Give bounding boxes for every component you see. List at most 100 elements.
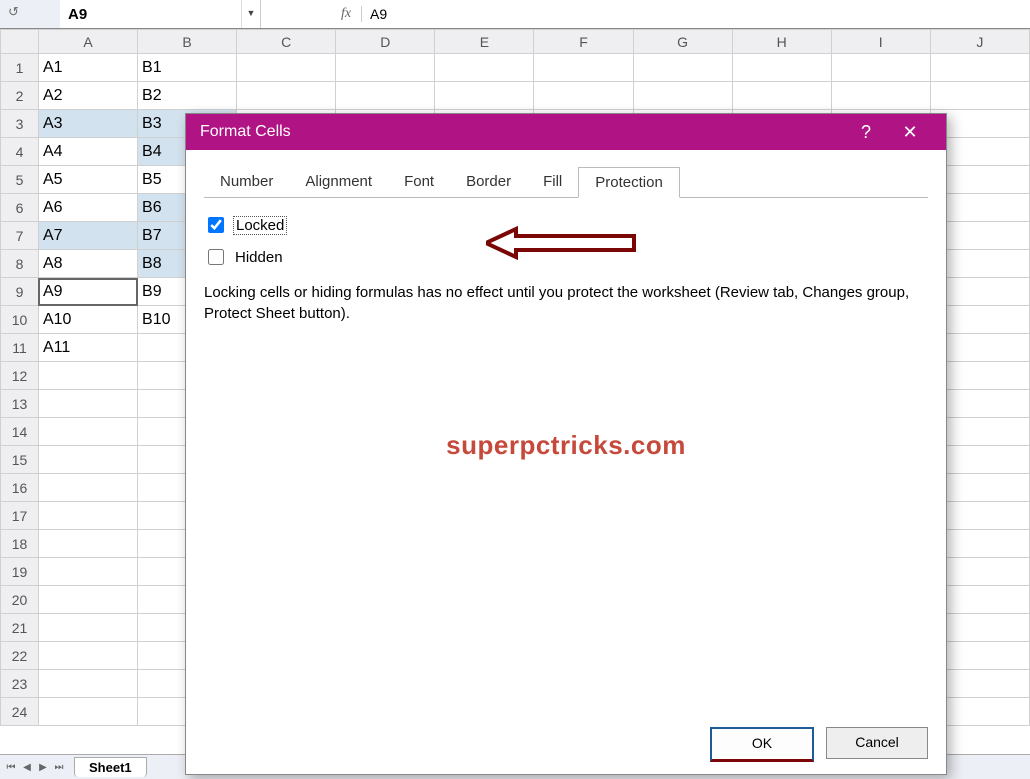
cell[interactable] <box>534 82 633 110</box>
row-header[interactable]: 11 <box>1 334 39 362</box>
cell[interactable] <box>435 82 534 110</box>
row-header[interactable]: 17 <box>1 502 39 530</box>
cell[interactable] <box>930 82 1029 110</box>
row-header[interactable]: 1 <box>1 54 39 82</box>
cell[interactable] <box>435 54 534 82</box>
cell[interactable] <box>38 642 137 670</box>
tab-alignment[interactable]: Alignment <box>289 167 388 198</box>
cell[interactable] <box>633 82 732 110</box>
column-header[interactable]: A <box>38 30 137 54</box>
cell[interactable] <box>930 54 1029 82</box>
locked-checkbox[interactable] <box>208 217 224 233</box>
cell[interactable]: A1 <box>38 54 137 82</box>
cell[interactable] <box>237 82 336 110</box>
cell[interactable] <box>38 390 137 418</box>
column-header[interactable]: E <box>435 30 534 54</box>
cell[interactable] <box>831 82 930 110</box>
select-all-corner[interactable] <box>1 30 39 54</box>
tab-fill[interactable]: Fill <box>527 167 578 198</box>
name-box[interactable]: A9 ▼ <box>60 0 261 28</box>
sheet-nav-next-icon[interactable]: ▶ <box>36 762 50 773</box>
row-header[interactable]: 23 <box>1 670 39 698</box>
ok-button[interactable]: OK <box>710 727 814 762</box>
cell[interactable] <box>534 54 633 82</box>
row-header[interactable]: 9 <box>1 278 39 306</box>
help-icon[interactable]: ? <box>844 122 888 143</box>
sheet-tab[interactable]: Sheet1 <box>74 757 147 777</box>
cell[interactable] <box>633 54 732 82</box>
tab-border[interactable]: Border <box>450 167 527 198</box>
cell[interactable] <box>38 558 137 586</box>
row-header[interactable]: 8 <box>1 250 39 278</box>
cell[interactable] <box>38 502 137 530</box>
column-header[interactable]: C <box>237 30 336 54</box>
cell[interactable] <box>38 698 137 726</box>
cell[interactable] <box>38 446 137 474</box>
cell[interactable]: B2 <box>138 82 237 110</box>
row-header[interactable]: 10 <box>1 306 39 334</box>
cell[interactable] <box>38 362 137 390</box>
cell[interactable]: A8 <box>38 250 137 278</box>
dialog-titlebar[interactable]: Format Cells ? ✕ <box>186 114 946 150</box>
sheet-nav-last-icon[interactable]: ⏭ <box>52 762 66 773</box>
row-header[interactable]: 24 <box>1 698 39 726</box>
cell[interactable] <box>38 530 137 558</box>
row-header[interactable]: 14 <box>1 418 39 446</box>
cell[interactable]: A3 <box>38 110 137 138</box>
column-header[interactable]: B <box>138 30 237 54</box>
sheet-nav-prev-icon[interactable]: ◀ <box>20 762 34 773</box>
cell[interactable]: A2 <box>38 82 137 110</box>
row-header[interactable]: 3 <box>1 110 39 138</box>
hidden-checkbox[interactable] <box>208 249 224 265</box>
cell[interactable] <box>336 54 435 82</box>
cell[interactable] <box>38 474 137 502</box>
row-header[interactable]: 2 <box>1 82 39 110</box>
column-header[interactable]: G <box>633 30 732 54</box>
cancel-button[interactable]: Cancel <box>826 727 928 759</box>
row-header[interactable]: 21 <box>1 614 39 642</box>
row-header[interactable]: 6 <box>1 194 39 222</box>
column-header[interactable]: H <box>732 30 831 54</box>
cell[interactable]: A5 <box>38 166 137 194</box>
formula-input[interactable]: A9 <box>362 6 1030 22</box>
cell[interactable] <box>336 82 435 110</box>
row-header[interactable]: 5 <box>1 166 39 194</box>
row-header[interactable]: 22 <box>1 642 39 670</box>
cell[interactable] <box>38 418 137 446</box>
cell[interactable]: B1 <box>138 54 237 82</box>
cell[interactable] <box>237 54 336 82</box>
cell[interactable] <box>38 670 137 698</box>
row-header[interactable]: 7 <box>1 222 39 250</box>
close-icon[interactable]: ✕ <box>888 122 932 143</box>
column-header[interactable]: F <box>534 30 633 54</box>
row-header[interactable]: 16 <box>1 474 39 502</box>
name-box-dropdown-icon[interactable]: ▼ <box>241 0 260 28</box>
cell[interactable] <box>38 586 137 614</box>
tab-font[interactable]: Font <box>388 167 450 198</box>
cell[interactable]: A6 <box>38 194 137 222</box>
fx-icon[interactable]: fx <box>331 6 362 22</box>
cell[interactable] <box>38 614 137 642</box>
name-box-value[interactable]: A9 <box>60 6 241 23</box>
tab-number[interactable]: Number <box>204 167 289 198</box>
cell[interactable]: A9 <box>38 278 137 306</box>
row-header[interactable]: 19 <box>1 558 39 586</box>
row-header[interactable]: 12 <box>1 362 39 390</box>
row-header[interactable]: 13 <box>1 390 39 418</box>
column-header[interactable]: I <box>831 30 930 54</box>
cell[interactable]: A10 <box>38 306 137 334</box>
row-header[interactable]: 20 <box>1 586 39 614</box>
cell[interactable] <box>732 82 831 110</box>
tab-protection[interactable]: Protection <box>578 167 680 198</box>
row-header[interactable]: 15 <box>1 446 39 474</box>
cell[interactable]: A7 <box>38 222 137 250</box>
cell[interactable]: A4 <box>38 138 137 166</box>
cell[interactable] <box>732 54 831 82</box>
cell[interactable]: A11 <box>38 334 137 362</box>
column-header[interactable]: J <box>930 30 1029 54</box>
cell[interactable] <box>831 54 930 82</box>
sheet-nav-first-icon[interactable]: ⏮ <box>4 762 18 773</box>
row-header[interactable]: 4 <box>1 138 39 166</box>
row-header[interactable]: 18 <box>1 530 39 558</box>
column-header[interactable]: D <box>336 30 435 54</box>
